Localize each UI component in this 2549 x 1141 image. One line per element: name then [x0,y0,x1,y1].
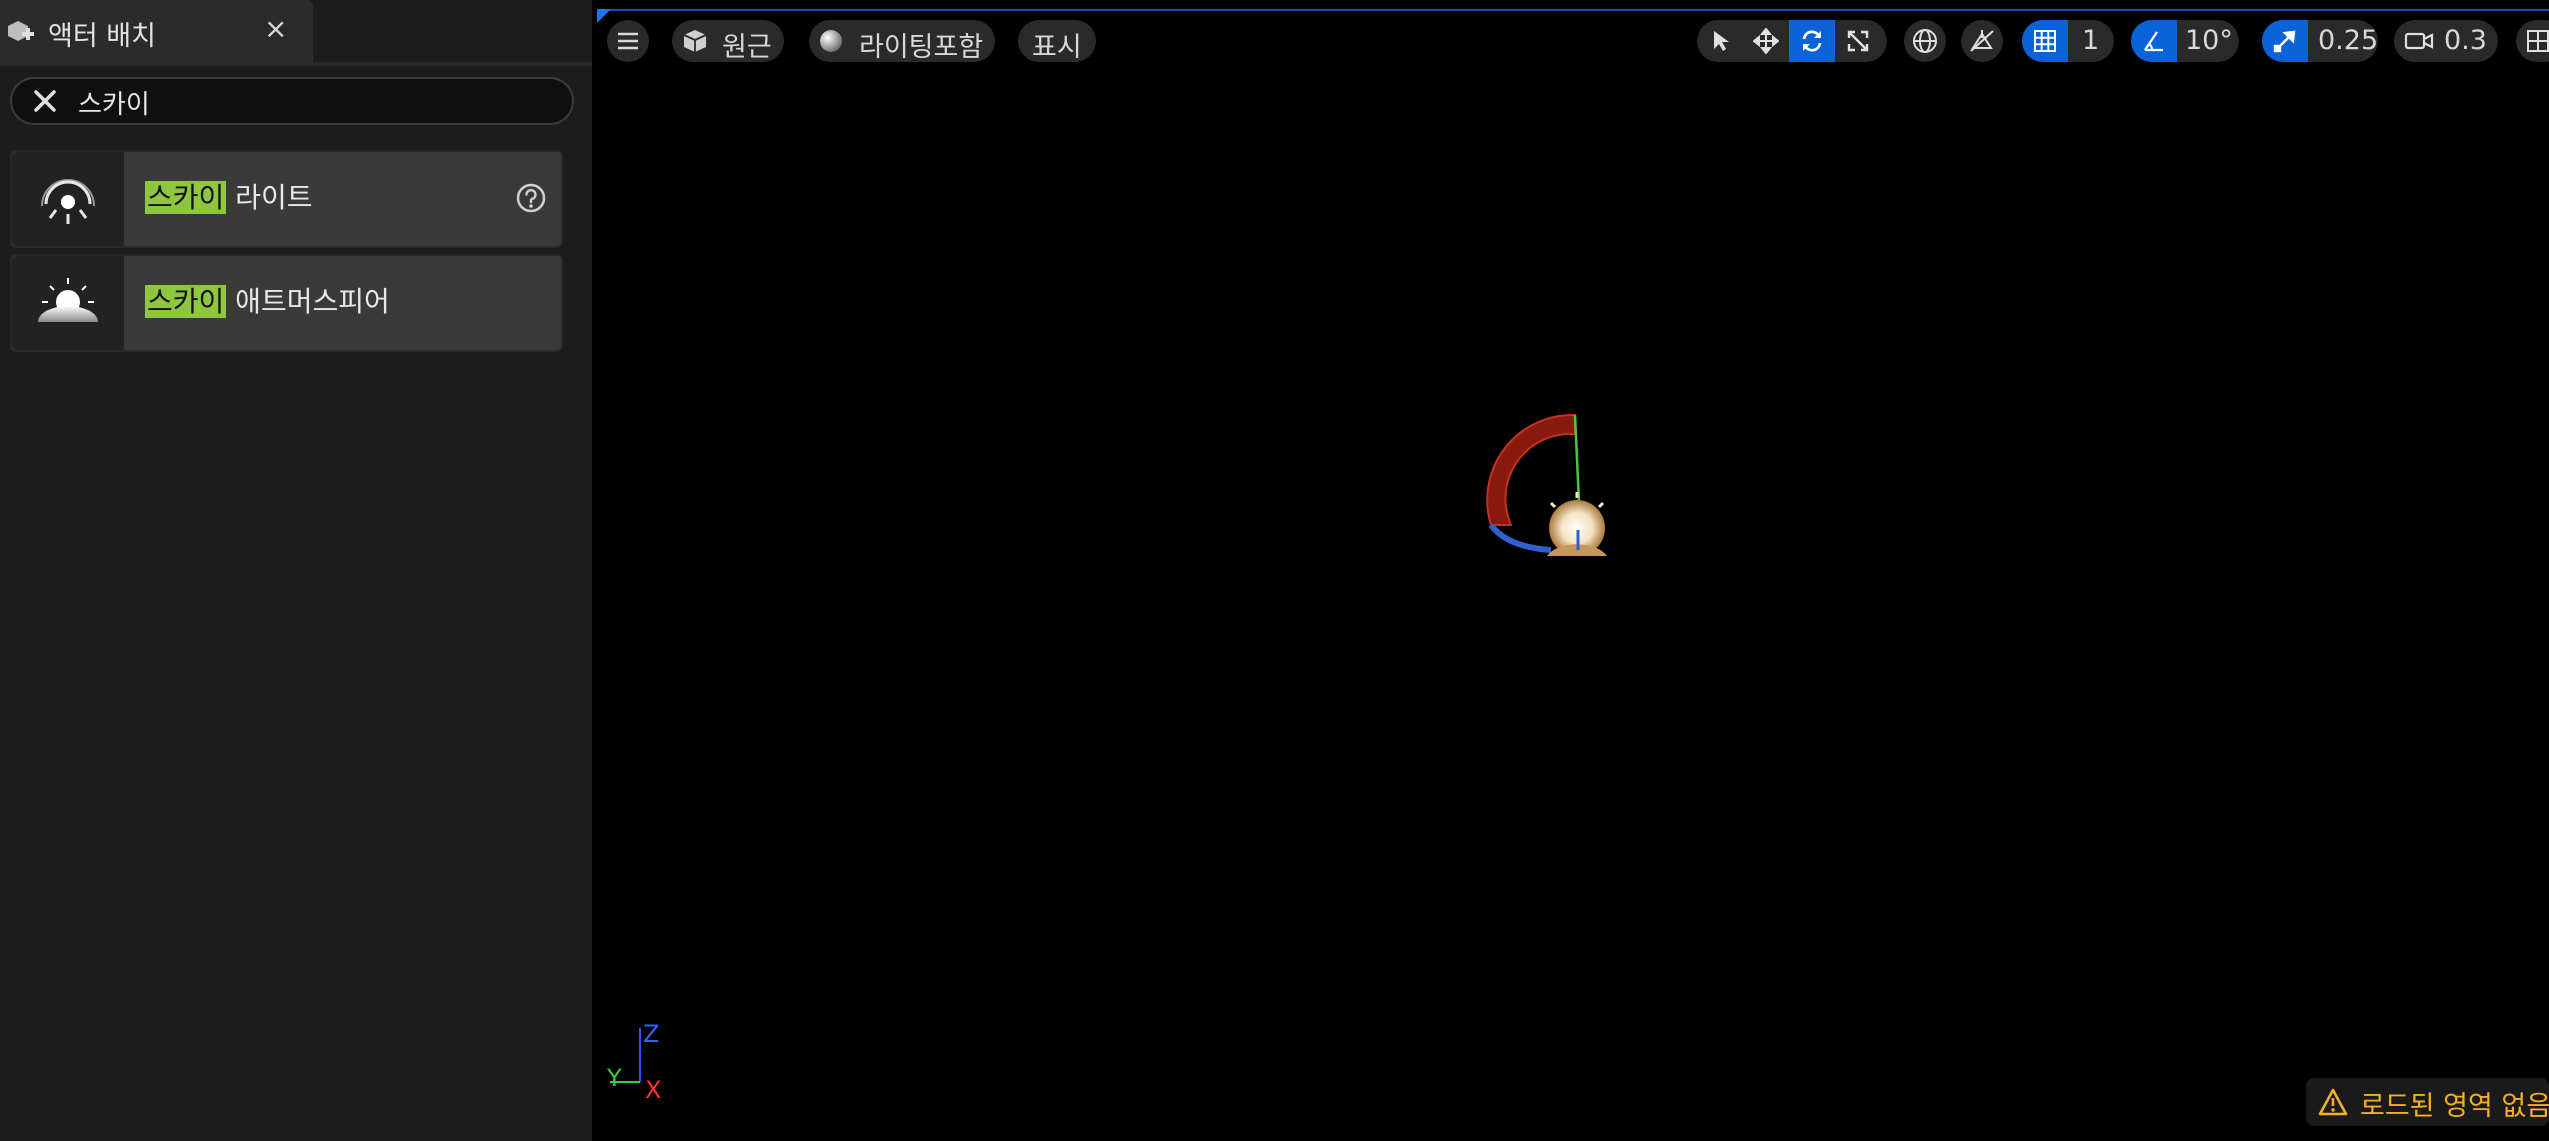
axis-x-label: X [645,1076,662,1104]
viewport-active-border [597,9,2549,11]
level-viewport[interactable]: 원근 라이팅포함 표시 1 10° 0.25 0.3 Z Y X [597,0,2549,1141]
show-label: 표시 [1032,32,1082,63]
scale-snap-toggle[interactable] [2262,20,2308,62]
surface-snapping-button[interactable] [1961,20,2003,62]
grid-snap-value[interactable]: 1 [2082,25,2099,56]
move-icon [1753,28,1779,54]
close-icon[interactable]: × [264,12,287,45]
translate-tool-button[interactable] [1743,20,1789,62]
warning-icon [2318,1088,2348,1116]
coordinate-system-button[interactable] [1904,20,1946,62]
surface-snap-icon [1969,28,1995,54]
result-label: 스카이 라이트 [145,176,312,216]
layout-grid-icon [2526,29,2549,53]
view-mode-label: 라이팅포함 [859,32,984,63]
rotation-snap-toggle[interactable] [2131,20,2177,62]
perspective-button[interactable]: 원근 [672,20,784,63]
sky-atmosphere-icon [12,256,124,350]
warning-text: 로드된 영역 없음 [2360,1091,2549,1122]
axis-z-label: Z [643,1020,660,1048]
place-actors-tab[interactable]: 액터 배치 × [0,0,313,62]
result-label-rest: 라이트 [226,181,313,214]
perspective-label: 원근 [722,32,772,63]
axis-indicator: Z Y X [605,1020,675,1110]
viewport-corner-marker [597,9,611,23]
search-input[interactable] [76,83,550,121]
camera-icon [2404,31,2434,51]
angle-icon [2142,29,2166,53]
help-icon[interactable] [515,182,547,214]
viewport-menu-button[interactable] [607,20,649,62]
cursor-icon [1711,29,1731,53]
sky-light-icon [12,152,124,246]
grid-snap-control: 1 [2022,20,2114,62]
rotation-snap-value[interactable]: 10° [2185,25,2233,56]
clear-search-icon[interactable] [30,86,60,116]
perspective-cube-icon [682,28,708,54]
scale-icon [1846,29,1870,53]
rotate-tool-button[interactable] [1789,20,1835,62]
tab-title: 액터 배치 [48,21,156,52]
tab-divider [0,62,592,66]
rotation-gizmo[interactable] [1467,400,1657,580]
search-highlight: 스카이 [145,285,227,318]
hamburger-menu-icon [617,32,639,50]
result-label: 스카이 애트머스피어 [145,280,390,320]
place-actor-icon [6,18,34,46]
place-actors-panel: 액터 배치 × 스카이 라이트 [0,0,592,1141]
viewport-layout-button[interactable] [2516,20,2549,62]
search-box [10,77,574,125]
axis-y-label: Y [607,1064,622,1092]
scale-snap-value[interactable]: 0.25 [2318,25,2378,56]
select-tool-button[interactable] [1697,20,1743,62]
result-item-sky-atmosphere[interactable]: 스카이 애트머스피어 [10,254,563,352]
camera-speed-value: 0.3 [2444,25,2487,56]
globe-icon [1912,28,1938,54]
grid-icon [2033,29,2057,53]
lit-sphere-icon [819,29,843,53]
view-mode-button[interactable]: 라이팅포함 [809,20,995,63]
result-item-sky-light[interactable]: 스카이 라이트 [10,150,563,248]
no-loaded-regions-warning[interactable]: 로드된 영역 없음 [2306,1078,2549,1126]
scale-tool-button[interactable] [1835,20,1881,62]
show-button[interactable]: 표시 [1018,20,1096,63]
grid-snap-toggle[interactable] [2022,20,2068,62]
transform-tools [1697,20,1887,62]
search-highlight: 스카이 [145,181,227,214]
result-label-rest: 애트머스피어 [226,285,390,318]
rotation-snap-control: 10° [2131,20,2239,62]
rotate-icon [1799,28,1825,54]
camera-speed-control[interactable]: 0.3 [2394,20,2498,62]
scale-snap-icon [2273,29,2297,53]
scale-snap-control: 0.25 [2262,20,2378,62]
